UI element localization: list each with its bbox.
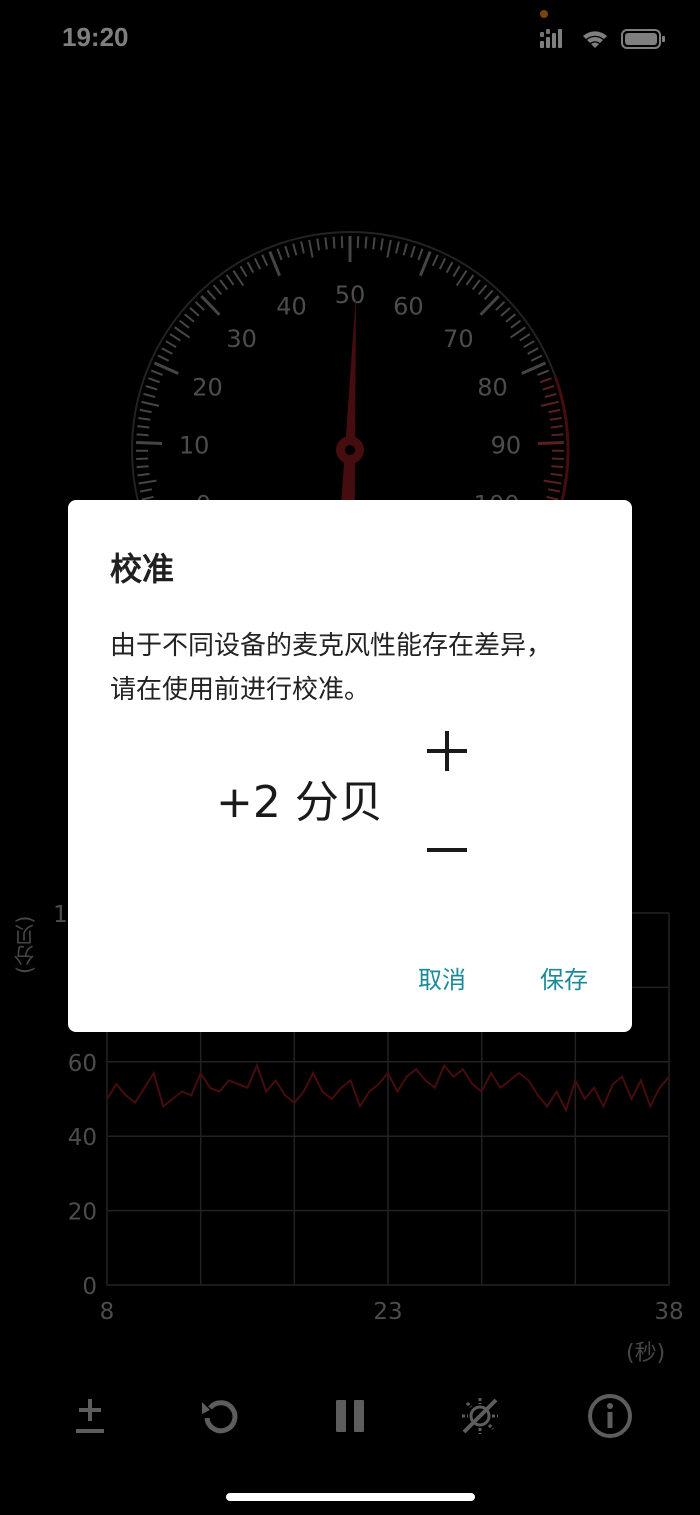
save-button[interactable]: 保存 <box>540 960 588 995</box>
dialog-message: 由于不同设备的麦克风性能存在差异，请在使用前进行校准。 <box>110 631 553 705</box>
minus-icon <box>427 848 467 852</box>
cancel-button[interactable]: 取消 <box>418 960 466 995</box>
dialog-title: 校准 <box>110 550 175 588</box>
calibration-value: +2 分贝 <box>216 777 383 828</box>
increase-button[interactable] <box>423 722 475 782</box>
decrease-button[interactable] <box>423 820 475 880</box>
home-indicator[interactable] <box>226 1493 475 1501</box>
plus-icon <box>427 731 467 771</box>
calibration-dialog: 校准 由于不同设备的麦克风性能存在差异，请在使用前进行校准。 +2 分贝 取消 … <box>68 500 632 1032</box>
